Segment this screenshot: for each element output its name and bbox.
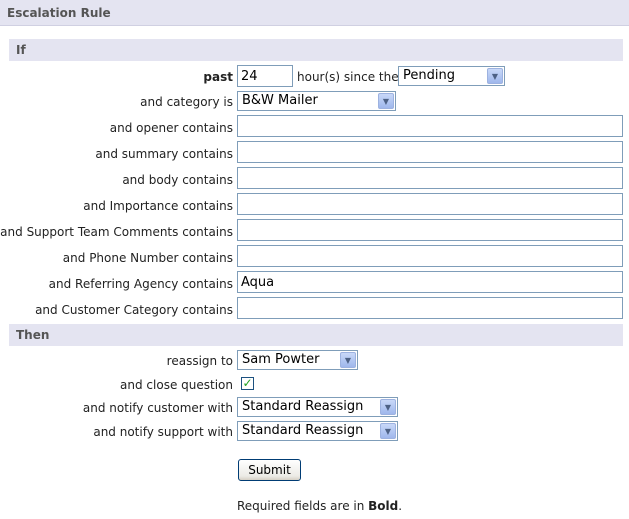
hours-input[interactable]: [237, 65, 293, 87]
since-label: hour(s) since the: [297, 70, 399, 84]
reassign-select[interactable]: Sam Powter ▼: [237, 350, 358, 370]
notify-support-select[interactable]: Standard Reassign ▼: [237, 421, 398, 441]
reassign-label: reassign to: [166, 354, 233, 368]
notify-support-label: and notify support with: [93, 425, 233, 439]
close-question-label: and close question: [120, 378, 233, 392]
customer-category-label: and Customer Category contains: [35, 303, 233, 317]
past-label: past: [203, 70, 233, 84]
reassign-select-value: Sam Powter: [242, 352, 320, 367]
status-select[interactable]: Pending ▼: [398, 66, 505, 86]
then-section-header: Then: [9, 324, 623, 346]
opener-input[interactable]: [237, 115, 623, 137]
status-select-value: Pending: [403, 68, 455, 83]
page-title: Escalation Rule: [0, 0, 629, 26]
phone-number-label: and Phone Number contains: [62, 251, 233, 265]
chevron-down-icon[interactable]: ▼: [340, 352, 356, 368]
summary-input[interactable]: [237, 141, 623, 163]
chevron-down-icon[interactable]: ▼: [487, 68, 503, 84]
category-select-value: B&W Mailer: [242, 93, 318, 108]
body-label: and body contains: [122, 173, 233, 187]
notify-customer-select-value: Standard Reassign: [242, 399, 364, 414]
submit-button[interactable]: Submit: [238, 459, 301, 481]
importance-input[interactable]: [237, 193, 623, 215]
customer-category-input[interactable]: [237, 297, 623, 319]
support-team-comments-label: and Support Team Comments contains: [0, 225, 233, 239]
body-input[interactable]: [237, 167, 623, 189]
chevron-down-icon[interactable]: ▼: [380, 423, 396, 439]
phone-number-input[interactable]: [237, 245, 623, 267]
if-section-header: If: [9, 39, 623, 61]
importance-label: and Importance contains: [83, 199, 233, 213]
chevron-down-icon[interactable]: ▼: [380, 399, 396, 415]
notify-customer-label: and notify customer with: [82, 401, 233, 415]
referring-agency-input[interactable]: [237, 271, 623, 293]
chevron-down-icon[interactable]: ▼: [378, 93, 394, 109]
close-question-checkbox[interactable]: ✓: [241, 377, 254, 390]
required-fields-note: Required fields are in Bold.: [237, 499, 403, 513]
opener-label: and opener contains: [109, 121, 233, 135]
notify-support-select-value: Standard Reassign: [242, 423, 364, 438]
notify-customer-select[interactable]: Standard Reassign ▼: [237, 397, 398, 417]
support-team-comments-input[interactable]: [237, 219, 623, 241]
category-select[interactable]: B&W Mailer ▼: [237, 91, 396, 111]
category-label: and category is: [140, 95, 233, 109]
checkmark-icon: ✓: [242, 376, 253, 390]
summary-label: and summary contains: [95, 147, 233, 161]
referring-agency-label: and Referring Agency contains: [48, 277, 233, 291]
